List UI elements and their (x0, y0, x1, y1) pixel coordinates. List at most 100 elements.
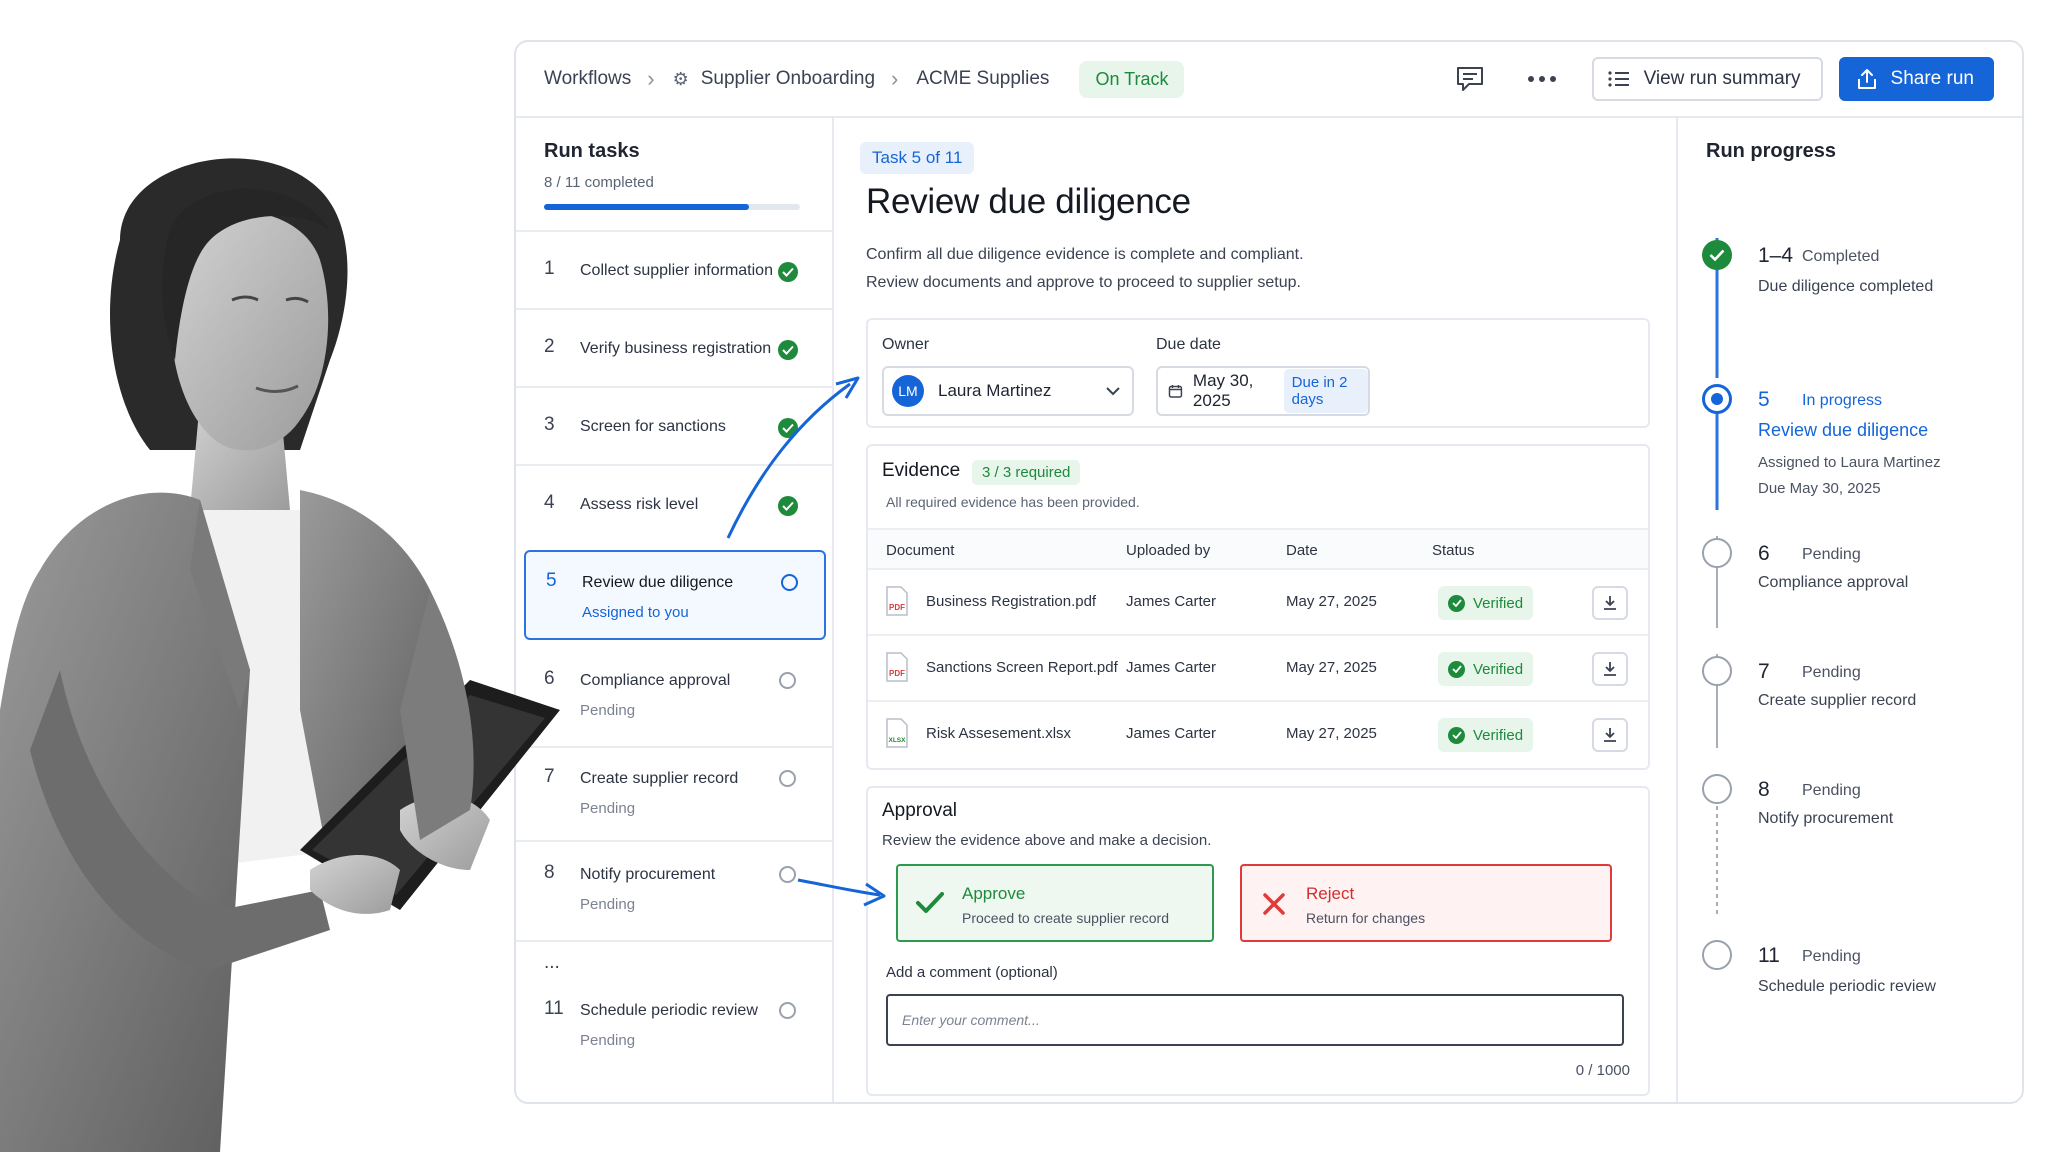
task-number: 7 (544, 766, 555, 787)
table-row[interactable]: PDF Sanctions Screen Report.pdf James Ca… (868, 636, 1648, 702)
download-button[interactable] (1592, 652, 1628, 686)
due-badge: Due in 2 days (1283, 369, 1368, 413)
evidence-title: Evidence (882, 460, 961, 481)
task-item-6[interactable]: 6 Compliance approval Pending (516, 648, 832, 746)
step-label: Create supplier record (1758, 692, 1917, 709)
status-badge: On Track (1079, 60, 1185, 98)
due-date-field[interactable]: May 30, 2025 Due in 2 days (1156, 366, 1370, 416)
character-counter: 0 / 1000 (1575, 1062, 1630, 1079)
step-status: Pending (1802, 782, 1861, 799)
breadcrumb-run[interactable]: ACME Supplies (916, 68, 1049, 90)
run-tasks-title: Run tasks (544, 140, 640, 162)
step-label: Compliance approval (1758, 574, 1909, 591)
breadcrumb-workflow[interactable]: Supplier Onboarding (701, 68, 875, 90)
breadcrumb-workflows[interactable]: Workflows (544, 68, 631, 90)
reject-title: Reject (1306, 884, 1355, 903)
view-run-summary-button[interactable]: View run summary (1591, 57, 1823, 101)
task-item-8[interactable]: 8 Notify procurement Pending (516, 840, 832, 940)
circle-icon (779, 672, 796, 689)
comment-input[interactable] (886, 994, 1624, 1046)
circle-icon (1702, 538, 1732, 568)
status-badge: Verified (1438, 586, 1534, 620)
status-badge: Verified (1438, 718, 1534, 752)
circle-icon (779, 770, 796, 787)
column-header: Uploaded by (1126, 542, 1211, 559)
download-button[interactable] (1592, 718, 1628, 752)
task-label: Review due diligence (582, 574, 734, 591)
svg-text:PDF: PDF (889, 603, 905, 612)
run-progress-panel: Run progress 1–4 Completed Due diligence… (1676, 118, 2022, 1102)
reject-button[interactable]: Reject Return for changes (1240, 864, 1612, 942)
download-button[interactable] (1592, 586, 1628, 620)
step-number: 11 (1758, 944, 1780, 967)
task-label: Schedule periodic review (580, 1002, 758, 1019)
circle-icon (779, 866, 796, 883)
current-step-icon (1702, 384, 1732, 414)
share-run-label: Share run (1890, 68, 1974, 89)
more-button[interactable] (1520, 57, 1564, 101)
uploaded-by: James Carter (1126, 593, 1217, 610)
column-header: Status (1432, 542, 1475, 559)
circle-icon (1702, 656, 1732, 686)
share-run-button[interactable]: Share run (1838, 57, 1994, 101)
task-number: 3 (544, 414, 555, 435)
due-date-label: Due date (1156, 336, 1221, 353)
circle-icon (781, 574, 798, 591)
evidence-table-header: Document Uploaded by Date Status (868, 528, 1648, 570)
download-icon (1604, 728, 1616, 742)
uploaded-by: James Carter (1126, 725, 1217, 742)
avatar: LM (892, 375, 924, 407)
task-item-11[interactable]: ... 11 Schedule periodic review Pending (516, 940, 832, 1100)
task-label: Notify procurement (580, 866, 716, 883)
gear-icon: ⚙ (672, 68, 689, 89)
upload-date: May 27, 2025 (1286, 593, 1377, 610)
top-actions: View run summary Share run (1448, 57, 1994, 101)
xlsx-file-icon: XLSX (886, 718, 908, 748)
task-item-5[interactable]: 5 Review due diligence Assigned to you (524, 550, 826, 640)
approve-button[interactable]: Approve Proceed to create supplier recor… (896, 864, 1214, 942)
chevron-down-icon (1106, 386, 1120, 395)
step-label: Schedule periodic review (1758, 978, 1936, 995)
chevron-right-icon: › (647, 66, 655, 91)
status-text: Verified (1473, 594, 1524, 612)
column-header: Date (1286, 542, 1318, 559)
step-number: 5 (1758, 388, 1770, 411)
check-circle-icon (1448, 726, 1465, 744)
circle-icon (1702, 940, 1732, 970)
task-item-3[interactable]: 3 Screen for sanctions (516, 386, 832, 464)
status-text: Verified (1473, 726, 1524, 744)
check-circle-icon (1448, 594, 1465, 612)
task-label: Collect supplier information (580, 262, 773, 279)
step-status: Completed (1802, 248, 1880, 265)
status-text: Verified (1473, 660, 1524, 678)
owner-select[interactable]: LM Laura Martinez (882, 366, 1134, 416)
task-item-7[interactable]: 7 Create supplier record Pending (516, 746, 832, 840)
svg-text:XLSX: XLSX (889, 737, 907, 744)
task-item-2[interactable]: 2 Verify business registration (516, 308, 832, 386)
task-sub: Pending (580, 800, 636, 817)
upload-date: May 27, 2025 (1286, 725, 1377, 742)
reject-subtitle: Return for changes (1306, 910, 1426, 926)
task-sub: Assigned to you (582, 604, 689, 621)
check-circle-icon (778, 262, 798, 282)
table-row[interactable]: PDF Business Registration.pdf James Cart… (868, 570, 1648, 636)
task-item-4[interactable]: 4 Assess risk level (516, 464, 832, 542)
comment-button[interactable] (1448, 57, 1492, 101)
task-detail: Task 5 of 11 Review due diligence Confir… (836, 118, 1674, 1102)
upload-date: May 27, 2025 (1286, 659, 1377, 676)
due-date-value: May 30, 2025 (1192, 371, 1254, 410)
task-sub: Pending (580, 896, 636, 913)
pdf-file-icon: PDF (886, 586, 908, 616)
task-number: 2 (544, 336, 555, 357)
task-number: 5 (546, 570, 557, 591)
task-item-1[interactable]: 1 Collect supplier information (516, 230, 832, 308)
run-tasks-progress-fill (544, 204, 749, 210)
run-tasks-progress-bar (544, 204, 800, 210)
task-label: Compliance approval (580, 672, 731, 689)
step-label: Due diligence completed (1758, 278, 1934, 295)
table-row[interactable]: XLSX Risk Assesement.xlsx James Carter M… (868, 702, 1648, 768)
check-circle-icon (1702, 240, 1732, 270)
document-name: Sanctions Screen Report.pdf (926, 659, 1118, 676)
uploaded-by: James Carter (1126, 659, 1217, 676)
download-icon (1604, 596, 1616, 610)
